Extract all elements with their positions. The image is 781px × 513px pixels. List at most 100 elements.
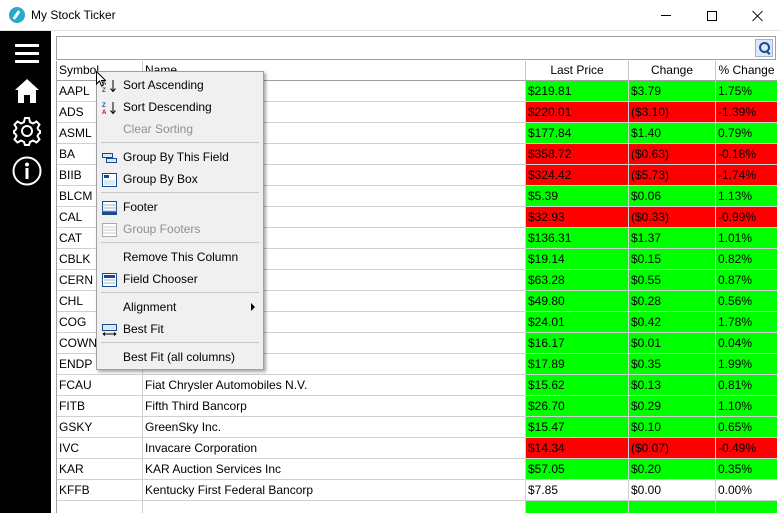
menu-item-best-fit-all-columns[interactable]: Best Fit (all columns) (97, 346, 263, 368)
cell-change: $0.13 (629, 375, 716, 396)
menu-item-clear-sorting: Clear Sorting (97, 118, 263, 140)
search-icon[interactable] (755, 39, 773, 57)
cell-change: ($0.07) (629, 438, 716, 459)
column-header-last-price[interactable]: Last Price (526, 61, 629, 81)
field-chooser-icon (102, 272, 117, 287)
cell-last-price: $14.34 (526, 438, 629, 459)
menu-item-remove-this-column[interactable]: Remove This Column (97, 246, 263, 268)
cell-last-price: $15.47 (526, 417, 629, 438)
cell-pct-change: -1.74% (716, 165, 777, 186)
menu-item-sort-descending[interactable]: Z A Sort Descending (97, 96, 263, 118)
window-title: My Stock Ticker (31, 8, 116, 22)
cell-change: $0.29 (629, 396, 716, 417)
cell-change: ($0.63) (629, 144, 716, 165)
cell-symbol: GSKY (57, 417, 143, 438)
menu-separator (101, 192, 259, 193)
menu-item-sort-ascending[interactable]: A Z Sort Ascending (97, 74, 263, 96)
menu-item-label: Footer (123, 200, 158, 214)
cell-change: ($3.10) (629, 102, 716, 123)
gear-icon[interactable] (11, 115, 43, 147)
svg-text:A: A (102, 110, 107, 115)
sidebar (0, 31, 51, 513)
cell-last-price: $57.05 (526, 459, 629, 480)
cell-last-price: $7.85 (526, 480, 629, 501)
cell-pct-change: 0.00% (716, 480, 777, 501)
cell-last-price (526, 501, 629, 513)
search-input[interactable] (56, 36, 776, 60)
cell-pct-change: 1.13% (716, 186, 777, 207)
cell-last-price: $219.81 (526, 81, 629, 102)
cell-pct-change: 0.81% (716, 375, 777, 396)
menu-separator (101, 142, 259, 143)
column-header-change[interactable]: Change (629, 61, 716, 81)
cell-symbol: FCAU (57, 375, 143, 396)
cell-last-price: $24.01 (526, 312, 629, 333)
menu-icon[interactable] (11, 39, 43, 71)
mouse-cursor-icon (96, 71, 106, 87)
cell-change: ($0.33) (629, 207, 716, 228)
maximize-button[interactable] (689, 0, 735, 31)
menu-item-label: Sort Descending (123, 100, 212, 114)
svg-text:Z: Z (102, 88, 106, 93)
cell-change: $0.01 (629, 333, 716, 354)
cell-pct-change: 1.01% (716, 228, 777, 249)
best-fit-icon (102, 322, 117, 336)
cell-last-price: $358.72 (526, 144, 629, 165)
cell-change: $0.10 (629, 417, 716, 438)
close-icon (752, 10, 764, 22)
cell-symbol: KFFB (57, 480, 143, 501)
submenu-arrow-icon (251, 303, 255, 311)
title-bar: My Stock Ticker (0, 0, 781, 31)
menu-item-alignment[interactable]: Alignment (97, 296, 263, 318)
cell-pct-change: -0.99% (716, 207, 777, 228)
cell-change: ($5.73) (629, 165, 716, 186)
sort-descending-icon: ZA (102, 100, 117, 116)
cell-change: $0.28 (629, 291, 716, 312)
cell-last-price: $220.01 (526, 102, 629, 123)
cell-name (143, 501, 526, 513)
menu-item-group-by-box[interactable]: Group By Box (97, 168, 263, 190)
menu-item-best-fit[interactable]: Best Fit (97, 318, 263, 340)
cell-change: $0.55 (629, 270, 716, 291)
cell-change: $0.20 (629, 459, 716, 480)
cell-last-price: $177.84 (526, 123, 629, 144)
cell-change: $0.00 (629, 480, 716, 501)
cell-symbol: IVC (57, 438, 143, 459)
menu-item-footer[interactable]: Footer (97, 196, 263, 218)
menu-item-group-by-this-field[interactable]: Group By This Field (97, 146, 263, 168)
cell-pct-change: 0.87% (716, 270, 777, 291)
cell-last-price: $19.14 (526, 249, 629, 270)
cell-last-price: $5.39 (526, 186, 629, 207)
menu-item-group-footers: Group Footers (97, 218, 263, 240)
cell-pct-change: -0.49% (716, 438, 777, 459)
cell-change: $0.35 (629, 354, 716, 375)
cell-pct-change (716, 501, 777, 513)
cell-change (629, 501, 716, 513)
group-by-box-icon (102, 172, 117, 187)
cell-last-price: $49.80 (526, 291, 629, 312)
column-header-pct-change[interactable]: % Change (716, 61, 777, 81)
info-icon[interactable] (11, 155, 43, 187)
cell-pct-change: 1.99% (716, 354, 777, 375)
close-button[interactable] (735, 0, 781, 31)
home-icon[interactable] (11, 75, 43, 107)
minimize-icon (661, 15, 671, 16)
cell-change: $1.40 (629, 123, 716, 144)
cell-name: Kentucky First Federal Bancorp (143, 480, 526, 501)
cell-pct-change: 0.79% (716, 123, 777, 144)
cell-last-price: $17.89 (526, 354, 629, 375)
cell-name: KAR Auction Services Inc (143, 459, 526, 480)
cell-last-price: $15.62 (526, 375, 629, 396)
menu-item-label: Sort Ascending (123, 78, 204, 92)
cell-change: $1.37 (629, 228, 716, 249)
cell-pct-change: 1.10% (716, 396, 777, 417)
minimize-button[interactable] (643, 0, 689, 31)
cell-last-price: $136.31 (526, 228, 629, 249)
cell-change: $0.15 (629, 249, 716, 270)
menu-separator (101, 292, 259, 293)
menu-item-label: Best Fit (123, 322, 164, 336)
cell-change: $3.79 (629, 81, 716, 102)
cell-change: $0.42 (629, 312, 716, 333)
menu-item-field-chooser[interactable]: Field Chooser (97, 268, 263, 290)
footer-icon (102, 200, 117, 215)
